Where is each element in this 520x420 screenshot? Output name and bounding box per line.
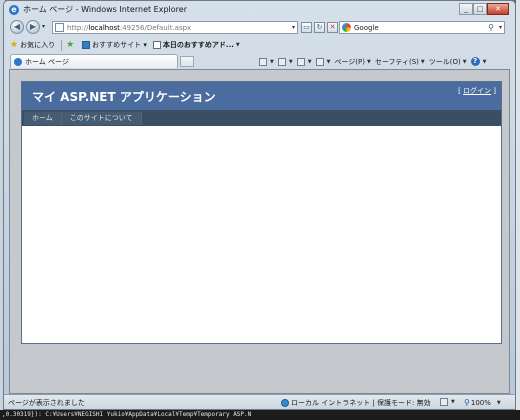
chevron-down-icon: ▼	[288, 58, 293, 65]
recent-pages-dropdown[interactable]: ▾	[42, 23, 48, 30]
favorites-label: お気に入り	[20, 41, 56, 49]
favorites-bar: ★ お気に入り ★ おすすめサイト ▾ 本日のおすすめアド... ▼	[4, 38, 515, 52]
page-icon	[55, 23, 64, 32]
site-page: マイ ASP.NET アプリケーション [ ログイン ] ホーム このサイトにつ…	[21, 81, 502, 344]
chevron-down-icon: ▼	[496, 399, 501, 406]
address-bar[interactable]: http://localhost:49256/Default.aspx ▾	[52, 21, 298, 34]
page-menu-label: ページ(P)	[334, 57, 365, 66]
globe-icon	[281, 399, 289, 407]
safety-menu-label: セーフティ(S)	[374, 57, 419, 66]
navigation-bar: ◀ ▶ ▾ http://localhost:49256/Default.asp…	[4, 19, 515, 37]
menu-item-about[interactable]: このサイトについて	[61, 112, 142, 125]
window-title: ホーム ページ - Windows Internet Explorer	[23, 5, 187, 14]
addon-manager-button[interactable]: ▼	[440, 398, 455, 406]
stop-icon[interactable]: ✕	[327, 22, 338, 33]
ie-logo-icon: e	[9, 5, 19, 15]
desktop-background-right	[516, 0, 520, 420]
security-zone-label: ローカル イントラネット | 保護モード: 無効	[291, 399, 431, 407]
zoom-icon: ⚲	[464, 398, 470, 407]
chevron-down-icon: ▼	[366, 58, 371, 65]
chevron-down-icon: ▼	[307, 58, 312, 65]
feeds-button[interactable]: ▼	[277, 57, 293, 66]
safety-menu[interactable]: セーフティ(S) ▼	[375, 57, 425, 67]
print-button[interactable]: ▼	[315, 57, 331, 66]
tab-and-command-bar: ホーム ページ ▼ ▼ ▼ ▼ ページ(P) ▼ セーフティ(S) ▼ ツール(O)…	[4, 53, 515, 69]
feeds-icon	[277, 57, 286, 66]
address-dropdown-icon[interactable]: ▾	[292, 24, 295, 31]
addon-icon	[440, 398, 448, 406]
back-button[interactable]: ◀	[10, 20, 24, 34]
suggested-sites-label: おすすめサイト ▾	[92, 41, 147, 49]
login-link[interactable]: ログイン	[463, 87, 491, 95]
chevron-down-icon: ▼	[482, 58, 487, 65]
site-title: マイ ASP.NET アプリケーション	[32, 90, 216, 104]
mail-button[interactable]: ▼	[296, 57, 312, 66]
web-slice-label: 本日のおすすめアド...	[162, 41, 234, 49]
site-menu: ホーム このサイトについて	[22, 110, 501, 126]
chevron-down-icon: ▼	[420, 58, 425, 65]
new-tab-button[interactable]	[180, 56, 194, 67]
console-output-line: ,0.30319}): C:¥Users¥NEGISHI Yukio¥AppDa…	[0, 410, 520, 420]
address-host: localhost	[88, 23, 120, 32]
close-button[interactable]: ✕	[487, 3, 509, 15]
mail-icon	[296, 57, 305, 66]
print-icon	[315, 57, 324, 66]
maximize-button[interactable]: □	[473, 3, 487, 15]
favorites-star-icon: ★	[10, 40, 19, 50]
page-menu[interactable]: ページ(P) ▼	[334, 57, 370, 67]
tab-label: ホーム ページ	[25, 57, 69, 66]
add-to-favorites-bar-button[interactable]: ★	[66, 40, 76, 50]
address-path: :49256/Default.aspx	[119, 23, 192, 32]
chevron-down-icon: ▼	[462, 58, 467, 65]
search-input[interactable]: Google ⚲ ▾	[339, 21, 505, 34]
site-main-content	[22, 126, 501, 343]
command-bar: ▼ ▼ ▼ ▼ ページ(P) ▼ セーフティ(S) ▼ ツール(O) ▼ ? ▼	[259, 55, 490, 68]
zoom-level: 100%	[470, 398, 491, 407]
tools-menu[interactable]: ツール(O) ▼	[429, 57, 467, 67]
site-menu-items: ホーム このサイトについて	[24, 112, 142, 126]
title-bar[interactable]: e ホーム ページ - Windows Internet Explorer _ …	[4, 1, 515, 19]
browser-viewport[interactable]: マイ ASP.NET アプリケーション [ ログイン ] ホーム このサイトにつ…	[9, 69, 510, 394]
google-icon	[342, 23, 351, 32]
zoom-control[interactable]: ⚲ 100% ▼	[464, 398, 501, 407]
tab-home-page[interactable]: ホーム ページ	[10, 54, 178, 68]
home-icon	[259, 57, 267, 66]
search-icon[interactable]: ⚲	[488, 23, 494, 32]
divider	[61, 39, 63, 51]
forward-button[interactable]: ▶	[26, 20, 40, 34]
tab-ie-icon	[14, 57, 22, 66]
minimize-button[interactable]: _	[459, 3, 473, 15]
suggested-sites-icon	[82, 41, 91, 49]
home-button[interactable]: ▼	[259, 57, 274, 66]
chevron-down-icon: ▼	[235, 42, 240, 48]
status-text: ページが表示されました	[8, 399, 85, 407]
favorites-button[interactable]: ★ お気に入り	[10, 40, 55, 50]
security-zone[interactable]: ローカル イントラネット | 保護モード: 無効	[281, 398, 431, 408]
chevron-down-icon: ▼	[451, 399, 455, 405]
site-header: マイ ASP.NET アプリケーション [ ログイン ]	[22, 82, 501, 110]
web-slice-gallery-button[interactable]: 本日のおすすめアド... ▼	[152, 40, 240, 50]
suggested-sites-button[interactable]: おすすめサイト ▾	[82, 40, 147, 50]
help-icon: ?	[470, 57, 480, 66]
chevron-down-icon: ▼	[326, 58, 331, 65]
help-menu[interactable]: ? ▼	[470, 57, 487, 66]
ie-window: e ホーム ページ - Windows Internet Explorer _ …	[3, 0, 516, 410]
chevron-down-icon: ▼	[270, 58, 274, 65]
add-favorite-icon: ★	[66, 40, 75, 50]
search-options-dropdown-icon[interactable]: ▾	[499, 24, 502, 31]
address-scheme: http://	[67, 23, 89, 32]
refresh-icon[interactable]: ↻	[314, 22, 325, 33]
login-bracket-close: ]	[491, 87, 496, 95]
login-display: [ ログイン ]	[458, 86, 496, 96]
compatibility-view-icon[interactable]: ▭	[301, 22, 312, 33]
search-provider-label: Google	[354, 23, 379, 32]
menu-item-home[interactable]: ホーム	[24, 112, 62, 125]
tools-menu-label: ツール(O)	[428, 57, 461, 66]
window-controls: _ □ ✕	[459, 3, 509, 15]
web-slice-icon	[152, 41, 161, 49]
status-bar: ページが表示されました ローカル イントラネット | 保護モード: 無効 ▼ ⚲…	[4, 394, 515, 409]
